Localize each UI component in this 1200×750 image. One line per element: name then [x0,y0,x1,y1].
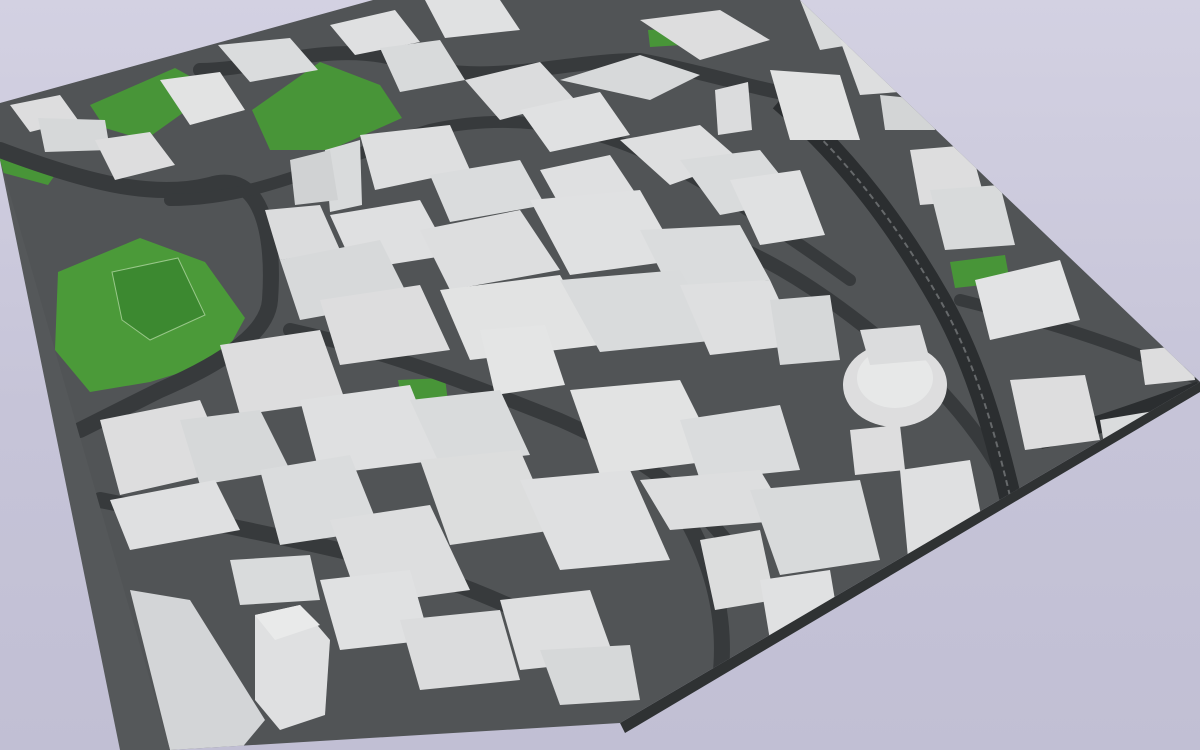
building [1050,480,1120,540]
city-model-scene[interactable] [0,0,1200,750]
shading-overlay [0,0,1200,750]
map-viewport[interactable] [0,0,1200,750]
